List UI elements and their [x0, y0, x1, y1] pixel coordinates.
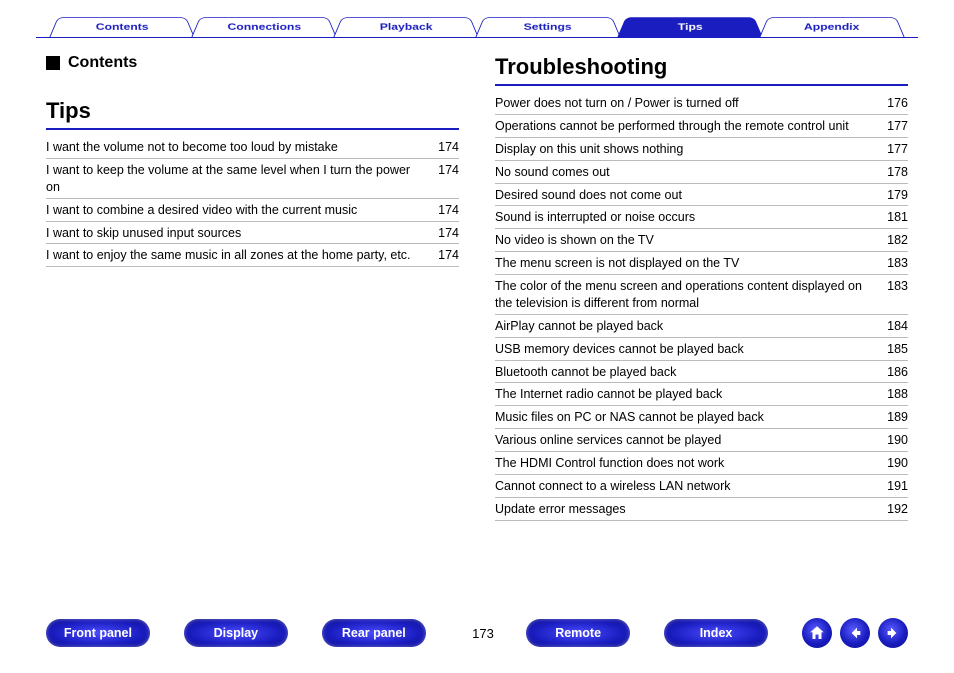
troubleshooting-list: Power does not turn on / Power is turned… [495, 92, 908, 521]
list-item[interactable]: I want to enjoy the same music in all zo… [46, 244, 459, 267]
front-panel-button[interactable]: Front panel [46, 619, 150, 647]
tips-heading: Tips [46, 98, 459, 124]
list-item[interactable]: Cannot connect to a wireless LAN network… [495, 475, 908, 498]
list-item[interactable]: No sound comes out178 [495, 161, 908, 184]
list-item[interactable]: Various online services cannot be played… [495, 429, 908, 452]
list-item[interactable]: The Internet radio cannot be played back… [495, 383, 908, 406]
bottom-bar: Front panel Display Rear panel 173 Remot… [0, 613, 954, 653]
home-icon [808, 624, 826, 642]
nav-icon-group [802, 618, 908, 648]
list-item[interactable]: Display on this unit shows nothing177 [495, 138, 908, 161]
list-item[interactable]: AirPlay cannot be played back184 [495, 315, 908, 338]
list-item[interactable]: Desired sound does not come out179 [495, 184, 908, 207]
list-item[interactable]: Sound is interrupted or noise occurs181 [495, 206, 908, 229]
remote-button[interactable]: Remote [526, 619, 630, 647]
list-item[interactable]: I want to skip unused input sources 174 [46, 222, 459, 245]
next-page-button[interactable] [878, 618, 908, 648]
rear-panel-button[interactable]: Rear panel [322, 619, 426, 647]
arrow-right-icon [885, 625, 901, 641]
arrow-left-icon [847, 625, 863, 641]
square-bullet-icon [46, 56, 60, 70]
list-item[interactable]: No video is shown on the TV182 [495, 229, 908, 252]
list-item[interactable]: The color of the menu screen and operati… [495, 275, 908, 315]
contents-label: Contents [46, 54, 459, 72]
tab-tips[interactable]: Tips [617, 17, 763, 38]
right-column: Troubleshooting Power does not turn on /… [495, 54, 908, 593]
tab-contents[interactable]: Contents [49, 17, 195, 38]
tips-heading-underline [46, 128, 459, 130]
list-item[interactable]: Bluetooth cannot be played back186 [495, 361, 908, 384]
tab-settings[interactable]: Settings [475, 17, 621, 38]
list-item[interactable]: Operations cannot be performed through t… [495, 115, 908, 138]
tab-playback[interactable]: Playback [333, 17, 479, 38]
contents-label-text: Contents [68, 54, 137, 72]
list-item[interactable]: I want the volume not to become too loud… [46, 136, 459, 159]
tips-list: I want the volume not to become too loud… [46, 136, 459, 267]
tab-connections[interactable]: Connections [191, 17, 337, 38]
left-column: Contents Tips I want the volume not to b… [46, 54, 459, 593]
list-item[interactable]: I want to combine a desired video with t… [46, 199, 459, 222]
main-content: Contents Tips I want the volume not to b… [46, 54, 908, 593]
troubleshooting-heading: Troubleshooting [495, 54, 908, 80]
list-item[interactable]: Power does not turn on / Power is turned… [495, 92, 908, 115]
home-button[interactable] [802, 618, 832, 648]
list-item[interactable]: The menu screen is not displayed on the … [495, 252, 908, 275]
display-button[interactable]: Display [184, 619, 288, 647]
page-number: 173 [460, 626, 506, 641]
list-item[interactable]: The HDMI Control function does not work1… [495, 452, 908, 475]
prev-page-button[interactable] [840, 618, 870, 648]
list-item[interactable]: I want to keep the volume at the same le… [46, 159, 459, 199]
list-item[interactable]: Update error messages192 [495, 498, 908, 521]
list-item[interactable]: USB memory devices cannot be played back… [495, 338, 908, 361]
troubleshooting-heading-underline [495, 84, 908, 86]
tab-appendix[interactable]: Appendix [759, 17, 905, 38]
list-item[interactable]: Music files on PC or NAS cannot be playe… [495, 406, 908, 429]
index-button[interactable]: Index [664, 619, 768, 647]
topnav-underline [36, 37, 918, 38]
